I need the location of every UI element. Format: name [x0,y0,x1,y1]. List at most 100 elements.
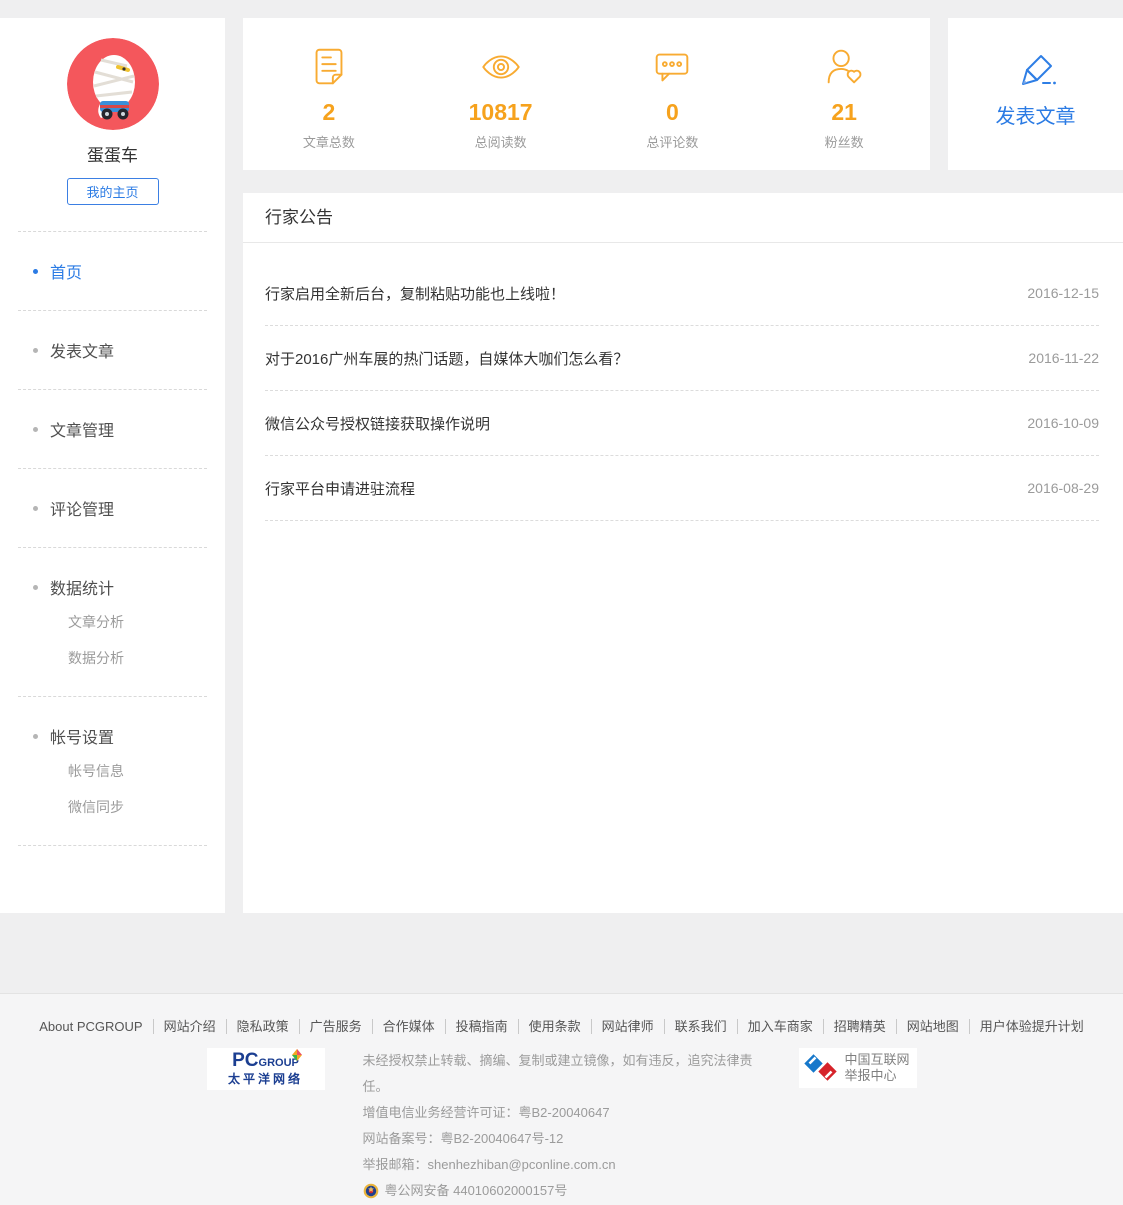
sidebar-item-account-settings[interactable]: 帐号设置 [0,725,225,747]
my-homepage-button[interactable]: 我的主页 [67,178,159,205]
sidebar-item-label: 发表文章 [50,338,114,362]
sidebar-nav: 首页 发表文章 文章管理 评论管理 数据统计 文章分析 数据分析 帐号设置 [0,260,225,846]
footer-link[interactable]: 网站律师 [592,1019,665,1034]
legal-line: 增值电信业务经营许可证：粤B2-20040647 [363,1100,761,1126]
announcement-date: 2016-10-09 [1027,415,1099,431]
announcement-date: 2016-11-22 [1028,350,1099,366]
legal-line: 举报邮箱：shenhezhiban@pconline.com.cn [363,1152,761,1178]
sidebar-item-label: 文章管理 [50,417,114,441]
announcement-title[interactable]: 微信公众号授权链接获取操作说明 [265,413,490,434]
legal-line: 网站备案号：粤B2-20040647号-12 [363,1126,761,1152]
announcements-title: 行家公告 [243,193,1123,243]
sidebar-subitem-article-analysis[interactable]: 文章分析 [0,612,225,632]
stat-total-articles: 2 文章总数 [243,18,415,170]
announcement-row[interactable]: 对于2016广州车展的热门话题，自媒体大咖们怎么看？ 2016-11-22 [265,326,1099,391]
announcement-title[interactable]: 行家启用全新后台，复制粘贴功能也上线啦！ [265,283,565,304]
bullet-icon [33,348,38,353]
announcements-list: 行家启用全新后台，复制粘贴功能也上线啦！ 2016-12-15 对于2016广州… [243,243,1123,521]
divider [18,547,207,548]
pcgroup-diamond-icon [291,1049,303,1061]
stats-card: 2 文章总数 10817 总阅读数 0 总评论数 21 粉丝数 [243,18,930,170]
pcgroup-pc-text: PC [232,1050,258,1071]
divider [18,231,207,232]
stat-fans: 21 粉丝数 [758,18,930,170]
announcement-row[interactable]: 微信公众号授权链接获取操作说明 2016-10-09 [265,391,1099,456]
divider [18,310,207,311]
sidebar-item-label: 帐号设置 [50,724,114,748]
user-avatar[interactable] [67,38,159,130]
pcgroup-logo[interactable]: PCGROUP 太平洋网络 [207,1048,325,1090]
stat-value: 0 [587,99,759,126]
announcement-title[interactable]: 行家平台申请进驻流程 [265,478,415,499]
footer-link[interactable]: 隐私政策 [227,1019,300,1034]
sidebar-subitem-wechat-sync[interactable]: 微信同步 [0,797,225,817]
footer-link[interactable]: 用户体验提升计划 [970,1019,1094,1034]
stat-value: 2 [243,99,415,126]
announcement-date: 2016-08-29 [1027,480,1099,496]
stat-label: 粉丝数 [758,132,930,151]
footer-link[interactable]: 联系我们 [665,1019,738,1034]
divider [18,389,207,390]
report-center-label: 中国互联网 举报中心 [845,1052,910,1084]
sidebar-item-article-management[interactable]: 文章管理 [0,418,225,440]
publish-article-label: 发表文章 [948,100,1123,129]
announcement-row[interactable]: 行家平台申请进驻流程 2016-08-29 [265,456,1099,521]
stat-value: 21 [758,99,930,126]
footer-link[interactable]: 广告服务 [300,1019,373,1034]
sidebar-subitem-data-analysis[interactable]: 数据分析 [0,648,225,668]
bullet-icon [33,269,38,274]
document-icon [306,44,352,90]
legal-line: 未经授权禁止转载、摘编、复制或建立镜像，如有违反，追究法律责任。 [363,1048,761,1100]
footer-link[interactable]: About PCGROUP [29,1019,153,1034]
stat-total-reads: 10817 总阅读数 [415,18,587,170]
footer-link[interactable]: 招聘精英 [824,1019,897,1034]
stat-total-comments: 0 总评论数 [587,18,759,170]
announcement-date: 2016-12-15 [1027,285,1099,301]
pcgroup-name-text: 太平洋网络 [207,1072,325,1086]
user-name: 蛋蛋车 [0,141,225,166]
sidebar-item-label: 首页 [50,259,82,283]
security-record-text[interactable]: 粤公网安备 44010602000157号 [385,1178,568,1204]
announcements-card: 行家公告 行家启用全新后台，复制粘贴功能也上线啦！ 2016-12-15 对于2… [243,193,1123,913]
sidebar-item-data-statistics[interactable]: 数据统计 [0,576,225,598]
sidebar-item-home[interactable]: 首页 [0,260,225,282]
stat-value: 10817 [415,99,587,126]
sidebar-item-publish-article[interactable]: 发表文章 [0,339,225,361]
footer-link[interactable]: 加入车商家 [738,1019,824,1034]
sidebar-item-label: 评论管理 [50,496,114,520]
bullet-icon [33,506,38,511]
bullet-icon [33,427,38,432]
divider [18,696,207,697]
bullet-icon [33,585,38,590]
comment-icon [649,44,695,90]
report-center-icon [804,1052,840,1084]
footer-links: About PCGROUP网站介绍隐私政策广告服务合作媒体投稿指南使用条款网站律… [0,1016,1123,1035]
footer-link[interactable]: 合作媒体 [373,1019,446,1034]
bullet-icon [33,734,38,739]
pencil-icon [1010,46,1062,90]
security-record-row[interactable]: 粤公网安备 44010602000157号 [363,1178,761,1204]
stat-label: 总评论数 [587,132,759,151]
stat-label: 文章总数 [243,132,415,151]
sidebar-item-comment-management[interactable]: 评论管理 [0,497,225,519]
announcement-title[interactable]: 对于2016广州车展的热门话题，自媒体大咖们怎么看？ [265,348,628,369]
eye-icon [478,44,524,90]
divider [18,468,207,469]
publish-article-card[interactable]: 发表文章 [948,18,1123,170]
sidebar: 蛋蛋车 我的主页 首页 发表文章 文章管理 评论管理 数据统计 文章分析 数据分… [0,18,225,913]
sidebar-subitem-account-info[interactable]: 帐号信息 [0,761,225,781]
fans-heart-icon [821,44,867,90]
stat-label: 总阅读数 [415,132,587,151]
sidebar-item-label: 数据统计 [50,575,114,599]
announcement-row[interactable]: 行家启用全新后台，复制粘贴功能也上线啦！ 2016-12-15 [265,261,1099,326]
security-badge-icon [363,1183,379,1199]
footer-link[interactable]: 网站地图 [897,1019,970,1034]
egg-car-avatar-icon [67,38,159,130]
report-center-logo[interactable]: 中国互联网 举报中心 [799,1048,917,1088]
footer: About PCGROUP网站介绍隐私政策广告服务合作媒体投稿指南使用条款网站律… [0,993,1123,1205]
footer-link[interactable]: 投稿指南 [446,1019,519,1034]
divider [18,845,207,846]
footer-link[interactable]: 网站介绍 [154,1019,227,1034]
legal-text-block: 未经授权禁止转载、摘编、复制或建立镜像，如有违反，追究法律责任。 增值电信业务经… [363,1048,761,1204]
footer-link[interactable]: 使用条款 [519,1019,592,1034]
